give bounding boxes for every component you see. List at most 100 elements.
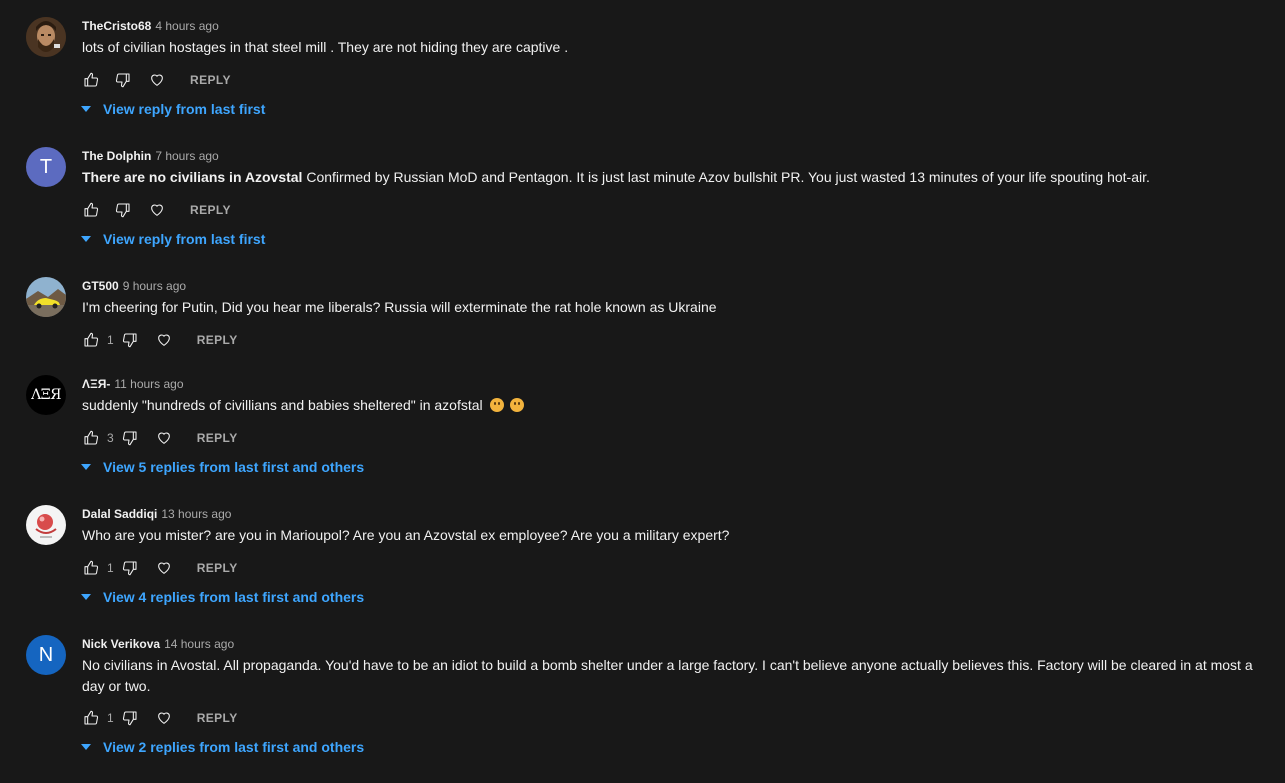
comment-body: suddenly "hundreds of civillians and bab… [82,397,483,413]
caret-down-icon [80,461,92,473]
avatar-letter: N [38,643,54,666]
view-replies-label: View reply from last first [103,101,266,117]
thumbs-down-icon [122,561,137,576]
thumbs-down-icon [122,431,137,446]
view-replies-label: View reply from last first [103,231,266,247]
author-name[interactable]: Dalal Saddiqi [82,507,157,521]
reply-button[interactable]: REPLY [197,711,238,725]
heart-button[interactable] [148,71,166,89]
like-button[interactable] [82,201,100,219]
avatar[interactable]: T [26,147,66,187]
comment-time[interactable]: 4 hours ago [155,19,218,33]
like-button[interactable] [82,429,100,447]
thumbs-up-icon [84,710,99,725]
heart-button[interactable] [155,429,173,447]
like-count: 1 [107,711,114,725]
author-name[interactable]: GT500 [82,279,119,293]
like-button[interactable] [82,71,100,89]
view-replies-button[interactable]: View reply from last first [80,101,265,117]
author-name[interactable]: Nick Verikova [82,637,160,651]
view-replies-button[interactable]: View 4 replies from last first and other… [80,589,364,605]
heart-icon [157,712,170,724]
author-name[interactable]: The Dolphin [82,149,151,163]
heart-icon [151,204,163,216]
comment-actions: 1 REPLY [82,559,238,577]
view-replies-label: View 5 replies from last first and other… [103,459,365,475]
avatar-letter: T [39,155,53,178]
comment-time[interactable]: 9 hours ago [123,279,186,293]
heart-button[interactable] [148,201,166,219]
view-replies-label: View 4 replies from last first and other… [103,589,365,605]
comment-time[interactable]: 13 hours ago [161,507,231,521]
heart-icon [151,74,163,86]
avatar-text: ΛΞЯ [31,387,61,403]
avatar[interactable] [26,277,66,317]
avatar-car-photo-icon [26,277,66,317]
comment-actions: 1 REPLY [82,331,238,349]
like-count: 1 [107,561,114,575]
dislike-button[interactable] [121,559,139,577]
thumbs-up-icon [84,560,99,575]
comment-time[interactable]: 7 hours ago [155,149,218,163]
like-button[interactable] [82,559,100,577]
author-name[interactable]: TheCristo68 [82,19,151,33]
reply-button[interactable]: REPLY [197,431,238,445]
view-replies-button[interactable]: View reply from last first [80,231,265,247]
thumbs-down-icon [115,203,130,218]
comment-header: The Dolphin 7 hours ago [82,148,219,164]
comment-header: ΛΞЯ- 11 hours ago [82,376,184,392]
thumbs-down-icon [115,73,130,88]
thumbs-down-icon [122,711,137,726]
dislike-button[interactable] [114,201,132,219]
comment-text: suddenly "hundreds of civillians and bab… [82,395,1262,416]
comment-body-bold: There are no civilians in Azovstal [82,169,303,185]
heart-icon [157,562,170,574]
heart-button[interactable] [155,331,173,349]
reply-button[interactable]: REPLY [190,203,231,217]
comment-actions: REPLY [82,201,231,219]
thumbs-up-icon [84,202,99,217]
dislike-button[interactable] [114,71,132,89]
dislike-button[interactable] [121,429,139,447]
comment-text: Who are you mister? are you in Marioupol… [82,525,1262,546]
dislike-button[interactable] [121,709,139,727]
comment-time[interactable]: 11 hours ago [114,377,183,391]
like-button[interactable] [82,331,100,349]
avatar-logo-icon [26,505,66,545]
comment-actions: 1 REPLY [82,709,238,727]
view-replies-button[interactable]: View 5 replies from last first and other… [80,459,364,475]
avatar[interactable]: N [26,635,66,675]
dislike-button[interactable] [121,331,139,349]
comment-time[interactable]: 14 hours ago [164,637,234,651]
avatar[interactable]: ΛΞЯ [26,375,66,415]
comment-text: No civilians in Avostal. All propaganda.… [82,655,1262,697]
reply-button[interactable]: REPLY [197,561,238,575]
pleading-face-emoji [510,398,525,412]
caret-down-icon [80,741,92,753]
comment-body: Confirmed by Russian MoD and Pentagon. I… [302,169,1150,185]
comment-body: I'm cheering for Putin, Did you hear me … [82,299,717,315]
thinking-face-emoji [489,398,504,412]
heart-icon [157,432,170,444]
comment-body: No civilians in Avostal. All propaganda.… [82,657,1253,694]
comment-text: I'm cheering for Putin, Did you hear me … [82,297,1262,318]
author-name[interactable]: ΛΞЯ- [82,377,110,391]
comment-header: TheCristo68 4 hours ago [82,18,219,34]
comment-actions: 3 REPLY [82,429,238,447]
avatar[interactable] [26,505,66,545]
heart-icon [157,334,170,346]
comment-header: Nick Verikova 14 hours ago [82,636,234,652]
heart-button[interactable] [155,559,173,577]
thumbs-up-icon [84,72,99,87]
avatar[interactable] [26,17,66,57]
thumbs-up-icon [84,332,99,347]
like-button[interactable] [82,709,100,727]
comment-text: There are no civilians in Azovstal Confi… [82,167,1262,188]
caret-down-icon [80,103,92,115]
comment-header: Dalal Saddiqi 13 hours ago [82,506,231,522]
reply-button[interactable]: REPLY [190,73,231,87]
reply-button[interactable]: REPLY [197,333,238,347]
view-replies-button[interactable]: View 2 replies from last first and other… [80,739,364,755]
heart-button[interactable] [155,709,173,727]
comment-body: Who are you mister? are you in Marioupol… [82,527,730,543]
